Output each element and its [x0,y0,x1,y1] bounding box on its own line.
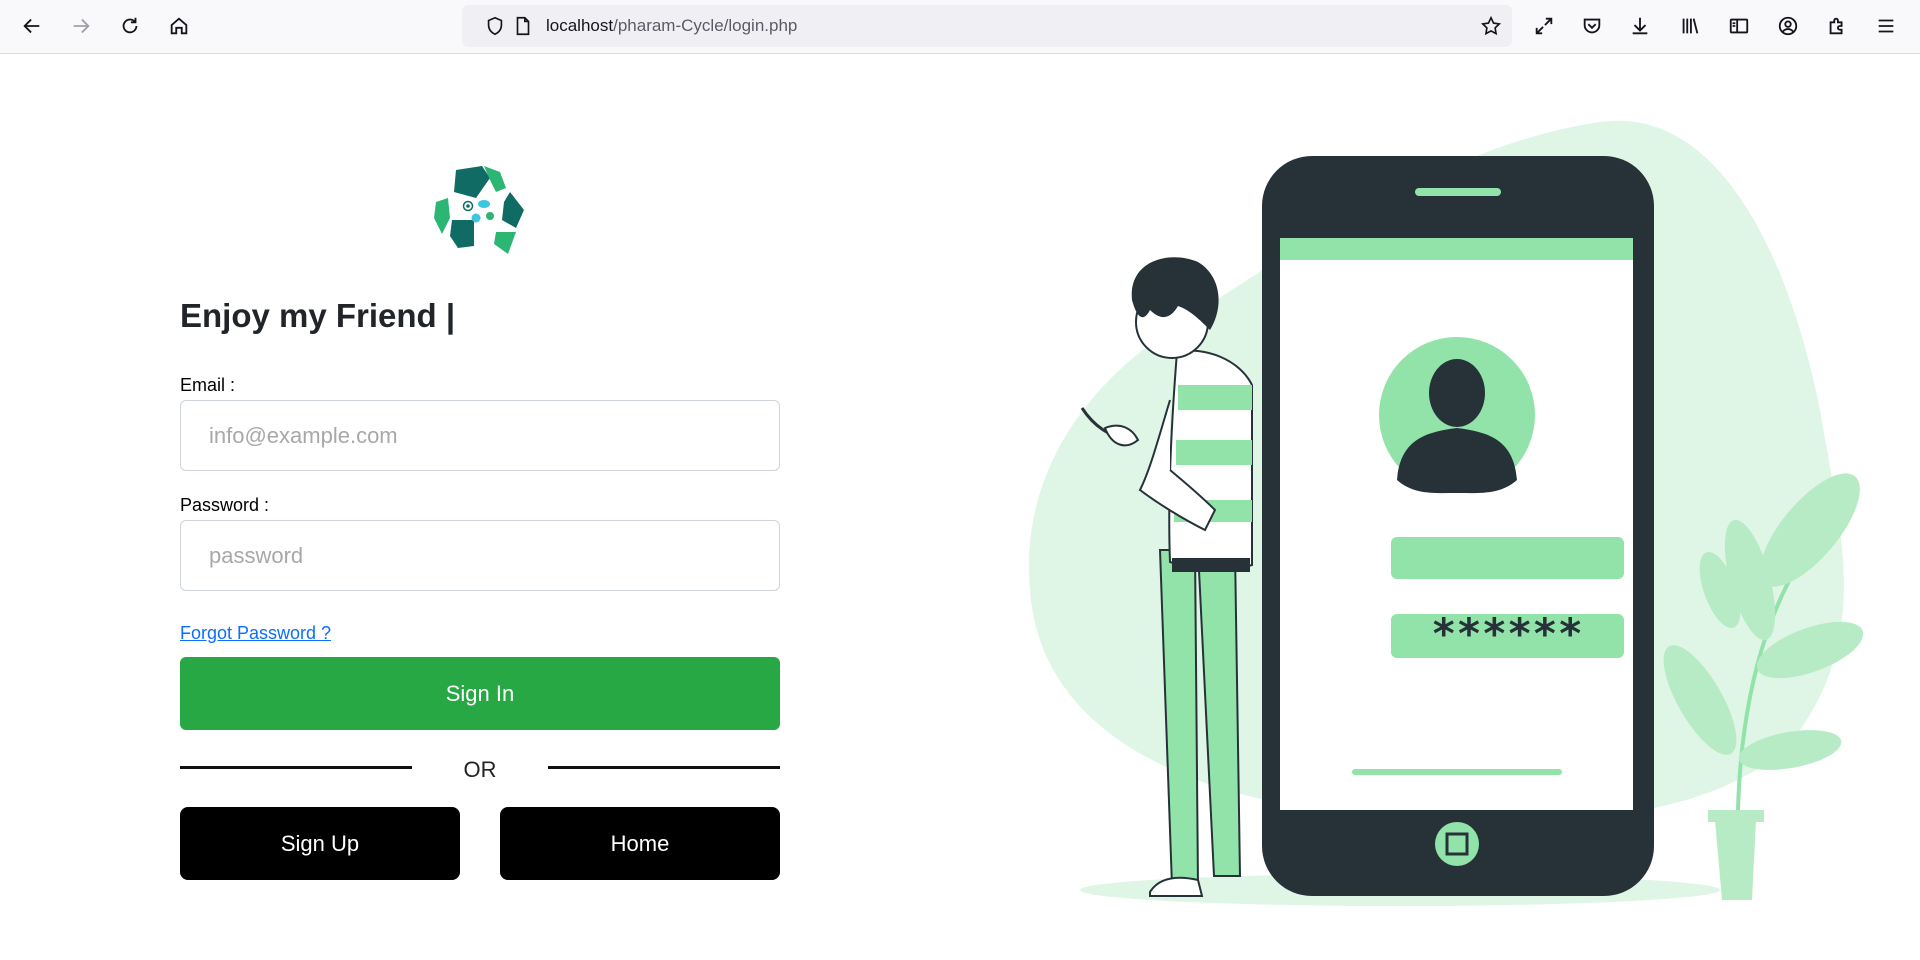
password-field[interactable] [180,520,780,591]
url-bar[interactable]: localhost/pharam-Cycle/login.php [462,5,1512,47]
phone-illustration: ****** [1262,156,1654,896]
sign-in-button[interactable]: Sign In [180,657,780,730]
or-divider-text: OR [463,757,497,782]
email-label: Email : [180,375,236,395]
bookmark-star-icon[interactable] [1480,15,1502,37]
or-divider-left [180,766,412,769]
sign-up-button[interactable]: Sign Up [180,807,460,880]
extensions-icon[interactable] [1819,8,1855,44]
or-divider-right [548,766,780,769]
password-mask-text: ****** [1431,609,1583,658]
library-icon[interactable] [1672,8,1708,44]
downloads-icon[interactable] [1622,8,1658,44]
sidebar-icon[interactable] [1721,8,1757,44]
url-text[interactable]: localhost/pharam-Cycle/login.php [546,16,797,36]
back-icon[interactable] [14,8,50,44]
forward-icon[interactable] [63,8,99,44]
fullscreen-icon[interactable] [1526,8,1562,44]
page-title: Enjoy my Friend | [180,297,456,334]
pharma-cycle-logo-icon [434,166,524,254]
password-label: Password : [180,495,270,515]
home-icon[interactable] [161,8,197,44]
mobile-login-illustration: ****** [1028,120,1864,906]
pocket-icon[interactable] [1574,8,1610,44]
url-path: /pharam-Cycle/login.php [613,16,798,35]
page-icon[interactable] [512,15,534,37]
email-field[interactable] [180,400,780,471]
reload-icon[interactable] [112,8,148,44]
account-icon[interactable] [1770,8,1806,44]
forgot-password-link[interactable]: Forgot Password ? [180,623,331,644]
browser-toolbar: localhost/pharam-Cycle/login.php [0,0,1920,54]
menu-icon[interactable] [1868,8,1904,44]
shield-icon[interactable] [484,15,506,37]
url-host: localhost [546,16,614,35]
home-button[interactable]: Home [500,807,780,880]
